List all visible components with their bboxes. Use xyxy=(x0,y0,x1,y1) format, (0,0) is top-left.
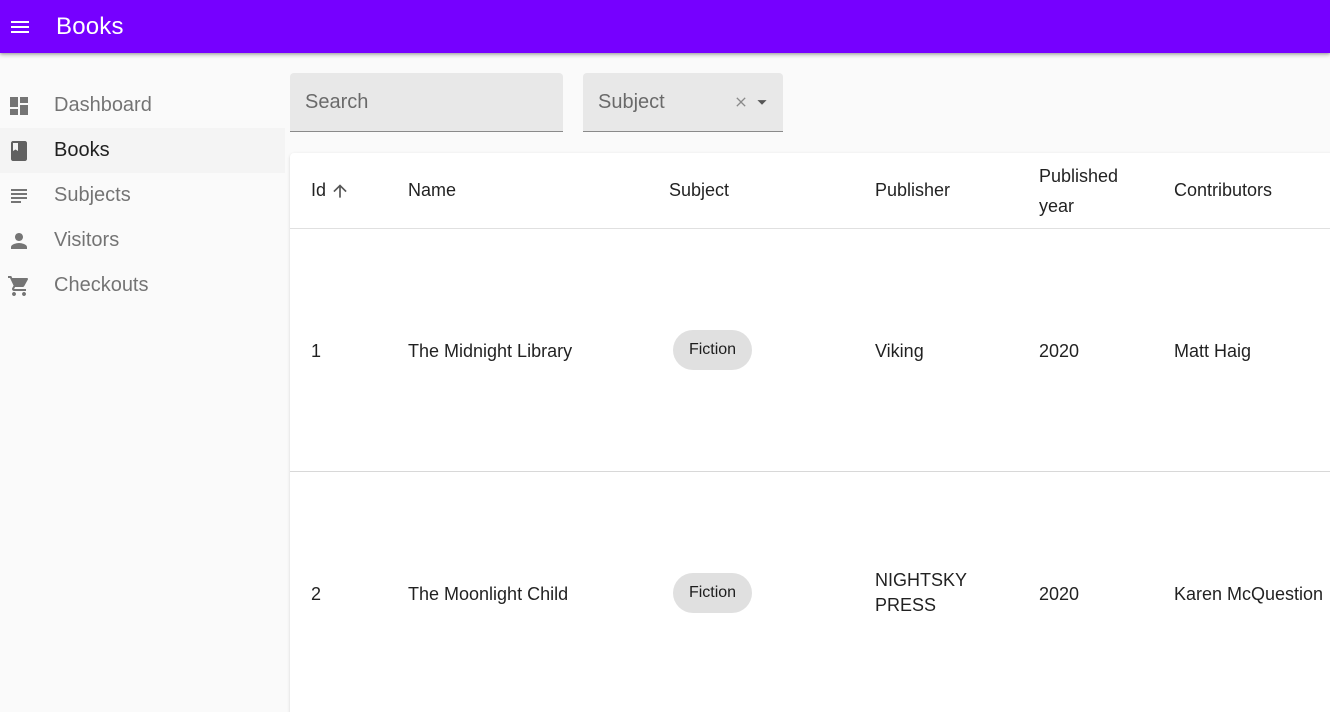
cell-year: 2020 xyxy=(1039,341,1080,361)
menu-icon xyxy=(11,20,29,33)
subject-chip[interactable]: Fiction xyxy=(673,330,752,370)
column-header-label: Id xyxy=(311,180,327,200)
page-title: Books xyxy=(56,12,124,40)
sidebar-item-label: Books xyxy=(54,139,110,161)
column-header-id[interactable]: Id xyxy=(311,180,350,201)
column-header-contributors[interactable]: Contributors xyxy=(1174,180,1272,201)
column-header-published-year[interactable]: Published year xyxy=(1039,161,1139,221)
sidebar-item-label: Checkouts xyxy=(54,274,149,296)
column-header-name[interactable]: Name xyxy=(408,180,456,201)
person-icon xyxy=(0,229,54,253)
books-table: Id Name Subject Publisher Published year… xyxy=(290,153,1330,712)
chevron-down-icon[interactable] xyxy=(751,91,773,113)
cell-id: 1 xyxy=(311,341,322,361)
cell-publisher: NIGHTSKY PRESS xyxy=(875,568,967,618)
sidebar-item-label: Dashboard xyxy=(54,94,152,116)
column-header-publisher[interactable]: Publisher xyxy=(875,180,950,201)
table-row[interactable]: 2 The Moonlight Child Fiction NIGHTSKY P… xyxy=(290,472,1330,712)
sidebar-item-books[interactable]: Books xyxy=(0,128,285,173)
search-input[interactable] xyxy=(305,90,545,114)
subject-select-label: Subject xyxy=(598,90,665,113)
sidebar-item-visitors[interactable]: Visitors xyxy=(0,218,285,263)
cell-contributors: Karen McQuestion xyxy=(1174,584,1324,604)
clear-icon[interactable] xyxy=(730,91,752,113)
cell-contributors: Matt Haig xyxy=(1174,341,1252,361)
sidebar: Dashboard Books Subjects Visitors Checko… xyxy=(0,53,285,712)
column-header-line: year xyxy=(1039,196,1075,216)
subject-select[interactable]: Subject xyxy=(583,73,783,132)
sidebar-item-checkouts[interactable]: Checkouts xyxy=(0,263,285,308)
app-bar: Books xyxy=(0,0,1330,53)
table-header: Id Name Subject Publisher Published year… xyxy=(290,153,1330,229)
cell-publisher-line: NIGHTSKY xyxy=(875,570,968,590)
cell-name: The Midnight Library xyxy=(408,341,573,361)
search-field[interactable] xyxy=(290,73,563,132)
table-row[interactable]: 1 The Midnight Library Fiction Viking 20… xyxy=(290,229,1330,472)
cell-year: 2020 xyxy=(1039,584,1080,604)
menu-button[interactable] xyxy=(0,5,40,49)
cell-id: 2 xyxy=(311,584,322,604)
column-header-line: Published xyxy=(1039,166,1119,186)
cell-publisher: Viking xyxy=(875,341,924,361)
sidebar-item-subjects[interactable]: Subjects xyxy=(0,173,285,218)
book-icon xyxy=(0,139,54,163)
sidebar-item-dashboard[interactable]: Dashboard xyxy=(0,83,285,128)
sidebar-item-label: Visitors xyxy=(54,229,120,251)
cell-name: The Moonlight Child xyxy=(408,584,569,604)
cell-publisher-line: PRESS xyxy=(875,595,937,615)
cart-icon xyxy=(0,274,54,298)
dashboard-icon xyxy=(0,94,54,118)
sidebar-item-label: Subjects xyxy=(54,184,131,206)
subject-chip[interactable]: Fiction xyxy=(673,573,752,613)
column-header-subject[interactable]: Subject xyxy=(669,180,729,201)
subject-lines-icon xyxy=(0,184,54,208)
arrow-up-icon xyxy=(333,183,347,198)
